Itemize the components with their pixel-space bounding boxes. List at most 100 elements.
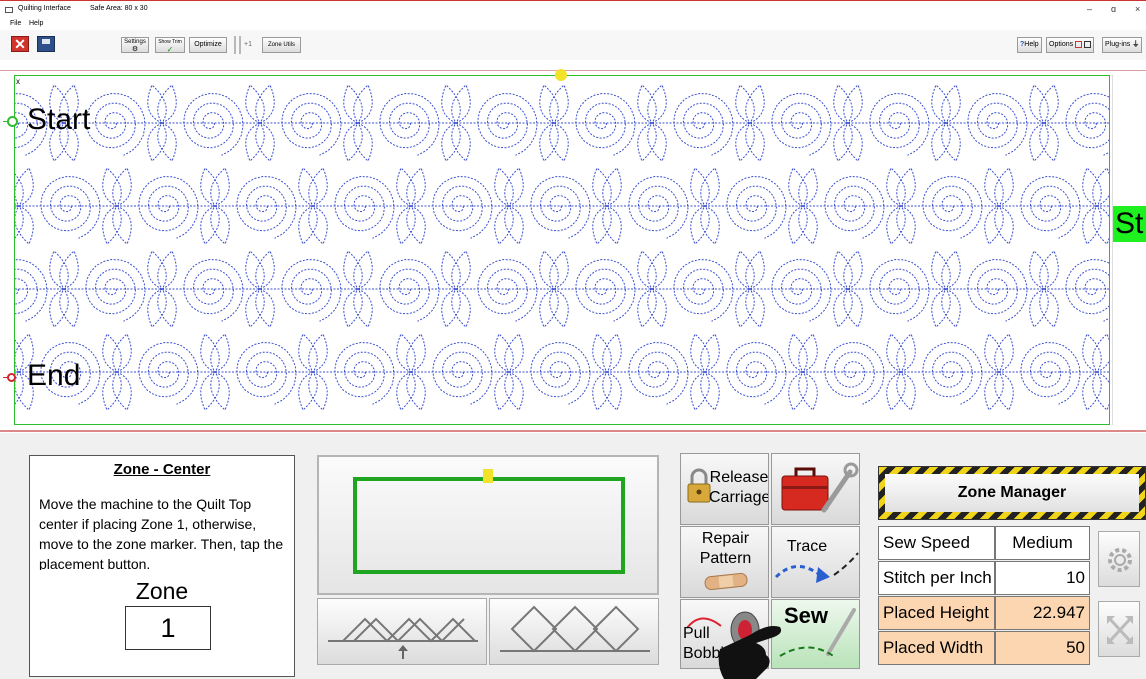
leaf-motif: [504, 371, 524, 411]
close-window-button[interactable]: ×: [1135, 4, 1140, 14]
leaf-motif: [700, 333, 720, 373]
spiral-motif: [85, 92, 146, 156]
leaf-motif: [1039, 122, 1059, 162]
zone-manager-button[interactable]: Zone Manager: [878, 466, 1146, 520]
leaf-motif: [353, 84, 373, 124]
menu-help[interactable]: Help: [29, 20, 43, 27]
leaf-motif: [1092, 371, 1109, 411]
trace-button[interactable]: Trace: [771, 526, 860, 598]
leaf-motif: [451, 84, 471, 124]
spiral-motif: [281, 92, 342, 156]
leaf-motif: [647, 288, 667, 328]
leaf-motif: [637, 84, 657, 124]
zone-utils-button[interactable]: Zone Utils: [262, 37, 301, 53]
leaf-motif: [102, 371, 122, 411]
toolbox-button[interactable]: [771, 453, 860, 525]
increment-label[interactable]: +1: [244, 41, 252, 48]
leaf-motif: [441, 288, 461, 328]
start-point-marker[interactable]: [3, 116, 18, 127]
placed-width-value[interactable]: 50: [995, 631, 1090, 665]
leaf-motif: [833, 250, 853, 290]
end-point-marker[interactable]: [3, 373, 16, 382]
expand-arrows-icon: [1107, 616, 1133, 644]
spiral-motif: [673, 258, 734, 322]
leaf-motif: [690, 205, 710, 245]
quilt-canvas[interactable]: [14, 75, 1110, 425]
leaf-motif: [210, 167, 230, 207]
show-trim-button[interactable]: Show Trim ✓: [155, 37, 185, 54]
leaf-motif: [549, 288, 569, 328]
quilting-app-window: Quilting Interface Safe Area: 80 x 30 – …: [0, 0, 1146, 679]
stitch-per-inch-value[interactable]: 10: [995, 561, 1090, 595]
zone-number-field[interactable]: 1: [125, 606, 211, 650]
optimize-button[interactable]: Optimize: [189, 37, 227, 53]
spiral-motif: [824, 341, 885, 405]
settings-button[interactable]: Settings ⚙: [121, 37, 149, 53]
leaf-motif: [451, 250, 471, 290]
spiral-motif: [15, 259, 48, 322]
speed-settings-button[interactable]: [1098, 531, 1140, 587]
spiral-motif: [138, 175, 199, 239]
save-icon[interactable]: [37, 36, 55, 52]
spiral-motif: [183, 258, 244, 322]
zone-label: Zone: [135, 578, 189, 604]
placed-height-value[interactable]: 22.947: [995, 596, 1090, 630]
leaf-motif: [102, 205, 122, 245]
minimize-button[interactable]: –: [1087, 4, 1092, 14]
spiral-motif: [1065, 92, 1109, 156]
leaf-motif: [637, 122, 657, 162]
repair-pattern-button[interactable]: Repair Pattern: [680, 526, 769, 598]
menu-file[interactable]: File: [10, 20, 21, 27]
leaf-motif: [504, 205, 524, 245]
leaf-motif: [984, 167, 1004, 207]
table-row-stitch-per-inch: Stitch per Inch 10: [878, 561, 1090, 595]
leaf-motif: [886, 333, 906, 373]
resize-button[interactable]: [1098, 601, 1140, 657]
leaf-motif: [941, 288, 961, 328]
repair-pattern-label: Repair Pattern: [699, 530, 752, 567]
leaf-motif: [112, 205, 132, 245]
leaf-motif: [15, 205, 34, 245]
leaf-motif: [886, 371, 906, 411]
leaf-motif: [343, 250, 363, 290]
right-start-badge: St: [1113, 206, 1146, 242]
leaf-motif: [592, 333, 612, 373]
leaf-motif: [1029, 250, 1049, 290]
leaf-motif: [931, 250, 951, 290]
spiral-motif: [771, 258, 832, 322]
zone-placement-button[interactable]: [317, 455, 659, 595]
release-carriage-button[interactable]: Release Carriage: [680, 453, 769, 525]
options-button[interactable]: Options: [1046, 37, 1095, 53]
leaf-motif: [735, 288, 755, 328]
leaf-motif: [245, 122, 265, 162]
title-bar: Quilting Interface Safe Area: 80 x 30 – …: [0, 0, 1146, 20]
leaf-motif: [592, 167, 612, 207]
workspace-bottom-line: [0, 430, 1146, 432]
leaf-motif: [637, 288, 657, 328]
spiral-motif: [379, 92, 440, 156]
spiral-motif: [726, 341, 787, 405]
leaf-motif: [147, 84, 167, 124]
leaf-motif: [941, 250, 961, 290]
close-icon[interactable]: ✕: [11, 36, 29, 52]
leaf-motif: [1029, 288, 1049, 328]
leaf-motif: [647, 122, 667, 162]
leaf-motif: [298, 371, 318, 411]
spiral-motif: [432, 341, 493, 405]
pattern-align-center-button[interactable]: [489, 598, 659, 665]
pattern-align-bottom-button[interactable]: [317, 598, 487, 665]
plugins-label: Plug-ins: [1105, 41, 1131, 48]
zone-marker-handle[interactable]: [555, 69, 567, 81]
options-checkbox-icon: [1075, 40, 1083, 48]
spiral-motif: [1065, 258, 1109, 322]
leaf-motif: [157, 250, 177, 290]
spiral-motif: [40, 175, 101, 239]
leaf-motif: [896, 333, 916, 373]
leaf-motif: [788, 371, 808, 411]
leaf-motif: [210, 333, 230, 373]
sew-speed-value[interactable]: Medium: [995, 526, 1090, 560]
plugins-button[interactable]: Plug-ins ⏚: [1102, 37, 1143, 53]
plug-icon: ⏚: [1130, 41, 1140, 48]
help-button[interactable]: ?Help: [1017, 37, 1042, 53]
restore-button[interactable]: ɑ: [1111, 4, 1116, 14]
